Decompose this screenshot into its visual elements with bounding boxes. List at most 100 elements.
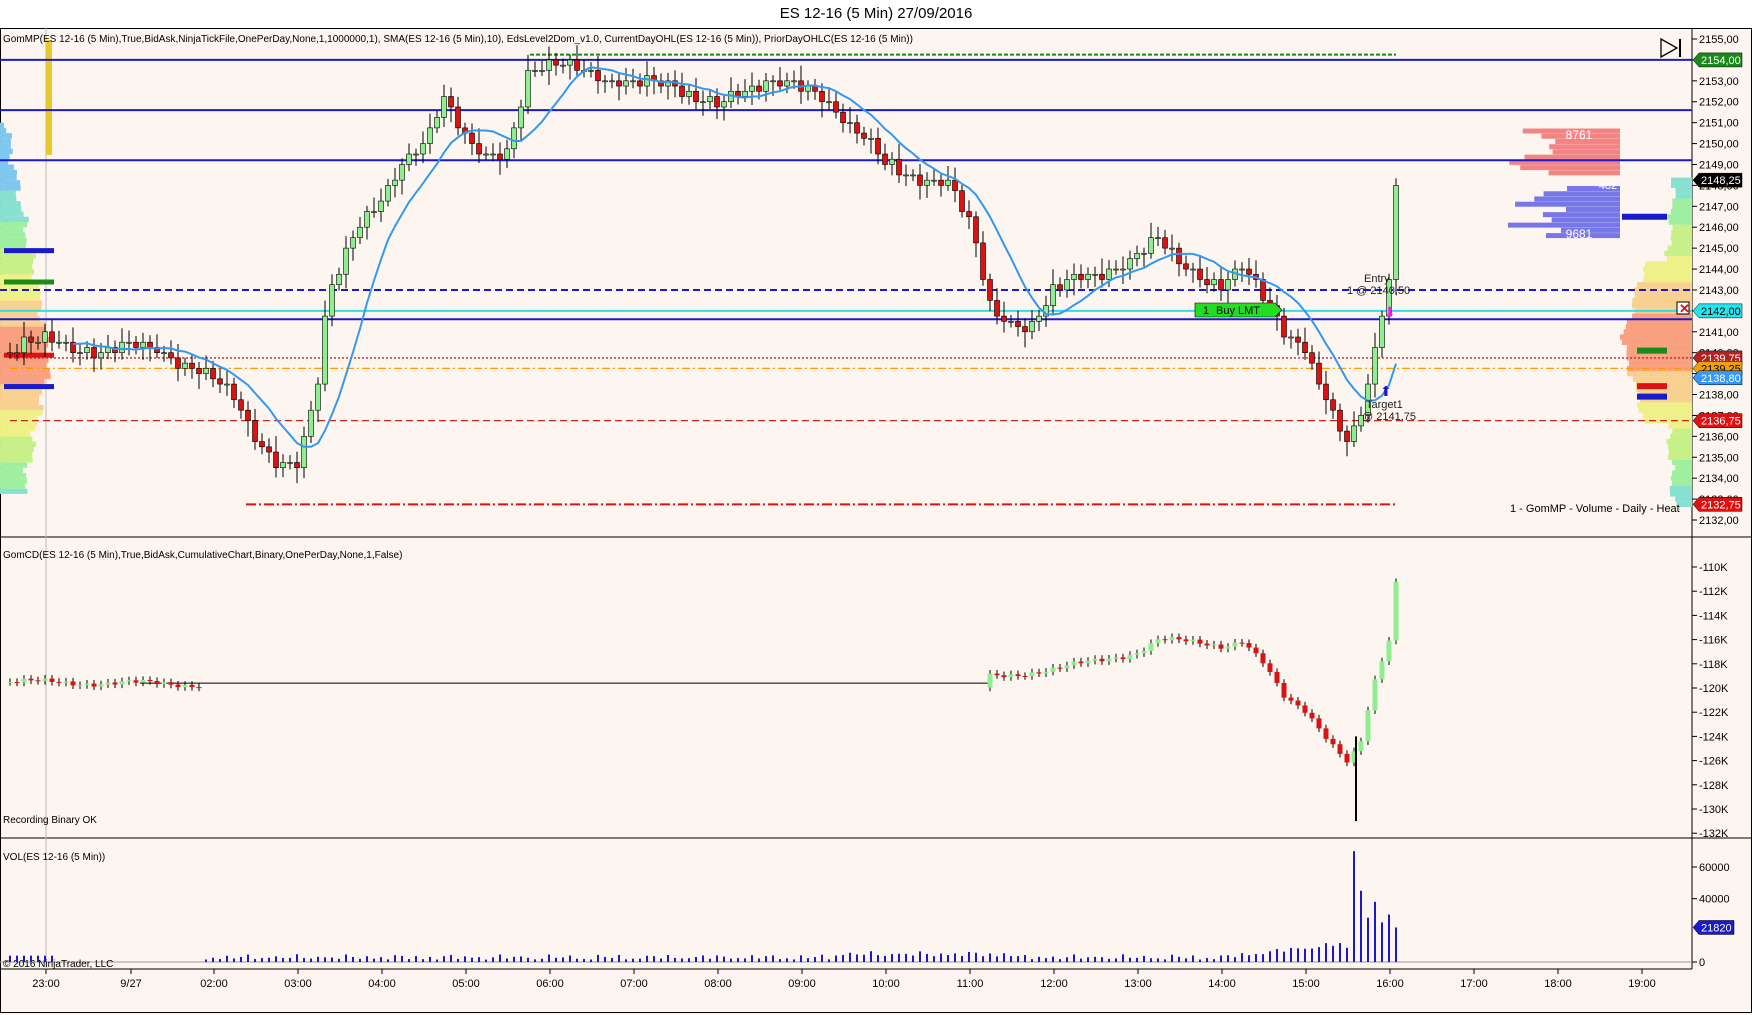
volume-bar [807,958,809,962]
volume-bar [891,954,893,962]
price-candle [441,96,447,118]
right-profile-bar [1667,214,1692,220]
right-profile-level [1622,213,1667,220]
price-candle [1169,247,1175,250]
left-profile-bar [0,483,26,489]
volume-bar [1339,943,1341,962]
volume-bar [1367,917,1369,962]
cd-candle [7,682,13,684]
price-candle [875,138,881,155]
time-tick-label: 14:00 [1208,978,1236,990]
price-candle [469,132,475,144]
volume-bar [478,957,480,962]
left-profile-bar [0,431,31,437]
cd-candle [1211,644,1217,646]
cd-candle [1169,637,1175,641]
cd-candle [1295,700,1301,706]
price-candle [840,111,846,123]
volume-bar [1248,955,1250,962]
volume-bar [254,959,256,962]
copyright-label: © 2016 NinjaTrader, LLC [3,959,113,970]
price-candle [910,174,916,177]
cd-candle [1043,671,1049,674]
right-profile-level [1637,347,1667,354]
cd-candle [1365,710,1371,742]
price-candle [364,211,370,228]
cd-candle [1113,657,1119,659]
left-profile-bar [0,488,28,494]
volume-bar [926,953,928,962]
price-candle [1239,268,1245,271]
cd-candle [1344,753,1350,763]
price-candle [476,143,482,155]
target-arrow-icon: ⬆ [1380,383,1392,399]
volume-bar [1346,947,1348,962]
time-tick-label: 07:00 [620,978,648,990]
volume-bar [716,955,718,962]
price-tick-label: 2134,00 [1699,473,1739,485]
price-candle [1078,273,1084,280]
price-candle [539,70,545,72]
cd-candle [1190,639,1196,642]
price-candle [819,90,825,103]
cd-candle [1239,642,1245,644]
volume-bar [233,958,235,962]
price-candle [273,451,279,469]
left-profile-bar [0,253,36,259]
left-profile-bar [0,138,11,144]
cd-candle [1078,661,1084,664]
volume-bar [576,958,578,962]
left-profile-bar [0,258,34,264]
right-profile-bar [1668,449,1692,455]
cd-candle [63,681,69,683]
cd-candle [1015,674,1021,676]
cd-candle [1372,679,1378,711]
cd-candle [1204,643,1210,646]
volume-bar [1136,957,1138,962]
volume-bar [779,959,781,962]
right-profile-bar [1670,475,1692,481]
right-profile-bar [1623,329,1692,335]
price-candle [553,59,559,66]
left-profile-bar [0,263,33,270]
price-candle [833,101,839,113]
time-tick-label: 11:00 [957,978,984,990]
price-candle [938,179,944,186]
left-profile-bar [0,436,33,442]
volume-bar [786,958,788,962]
price-candle [56,341,62,344]
price-candle [847,122,853,124]
volume-bar [44,955,46,962]
close-icon[interactable]: ✕ [1679,301,1690,316]
go-to-end-icon[interactable] [1660,37,1679,59]
time-tick-label: 02:00 [200,978,228,990]
volume-bar [373,958,375,962]
price-candle [861,132,867,139]
price-candle [147,341,153,348]
price-candle [413,153,419,156]
chart-canvas[interactable]: 8761 9681 482 1 Buy LMT Entry1 @ 2140,50 Targe… [0,0,1752,1015]
volume-bar [205,959,207,962]
cd-candle [1218,644,1224,649]
price-tick-label: 2135,00 [1699,452,1739,464]
volume-bar [597,954,599,962]
volume-bar [1199,959,1201,962]
price-candle [266,446,272,453]
dom-bid-bar [1543,191,1620,197]
volume-bar [842,955,844,962]
time-tick-label: 08:00 [704,978,732,990]
volume-bar [226,955,228,962]
price-candle [546,59,552,71]
price-candle [1015,321,1021,327]
price-candle [1036,315,1042,322]
cd-tick-label: -130K [1699,804,1729,816]
price-candle [203,368,209,374]
cd-candle [84,683,90,686]
price-candle [616,80,622,87]
volume-tick-label: 40000 [1699,894,1730,906]
volume-bar [1304,948,1306,962]
volume-bar [870,951,872,962]
left-profile-bar [0,164,14,170]
cd-candle [119,681,125,685]
left-profile-bar [0,154,10,160]
